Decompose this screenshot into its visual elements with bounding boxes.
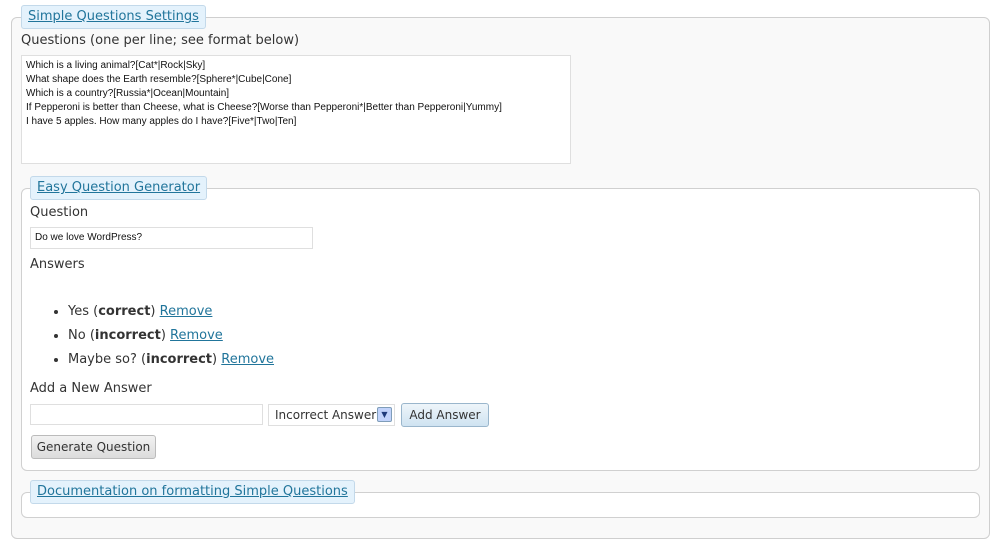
generate-question-button[interactable]: Generate Question [31, 435, 156, 459]
answer-status: correct [98, 304, 151, 319]
generator-legend: Easy Question Generator [30, 176, 208, 200]
settings-legend-link[interactable]: Simple Questions Settings [28, 9, 199, 24]
answer-type-select[interactable]: Incorrect Answer ▼ [268, 404, 395, 426]
settings-legend: Simple Questions Settings [21, 5, 206, 29]
answer-item: No (incorrect) Remove [68, 326, 274, 350]
answer-status: incorrect [94, 328, 161, 343]
remove-answer-link[interactable]: Remove [160, 304, 213, 319]
new-answer-label: Add a New Answer [30, 381, 152, 396]
answer-text: Yes [68, 304, 89, 319]
chevron-down-icon[interactable]: ▼ [377, 407, 392, 422]
questions-textarea[interactable]: Which is a living animal?[Cat*|Rock|Sky]… [21, 55, 571, 164]
answer-status: incorrect [146, 352, 213, 367]
answers-list: Yes (correct) Remove No (incorrect) Remo… [50, 302, 274, 374]
generator-legend-link[interactable]: Easy Question Generator [37, 180, 200, 195]
documentation-legend: Documentation on formatting Simple Quest… [30, 480, 355, 504]
question-label: Question [30, 205, 89, 220]
answer-item: Maybe so? (incorrect) Remove [68, 350, 274, 374]
new-answer-input[interactable] [30, 404, 263, 425]
remove-answer-link[interactable]: Remove [170, 328, 223, 343]
remove-answer-link[interactable]: Remove [221, 352, 274, 367]
answer-type-selected: Incorrect Answer [275, 408, 377, 422]
answer-item: Yes (correct) Remove [68, 302, 274, 326]
answer-text: Maybe so? [68, 352, 137, 367]
add-answer-button[interactable]: Add Answer [401, 403, 489, 427]
question-input[interactable]: Do we love WordPress? [30, 227, 313, 249]
documentation-legend-link[interactable]: Documentation on formatting Simple Quest… [37, 484, 348, 499]
questions-label: Questions (one per line; see format belo… [21, 33, 300, 48]
answers-label: Answers [30, 257, 85, 272]
answer-text: No [68, 328, 86, 343]
